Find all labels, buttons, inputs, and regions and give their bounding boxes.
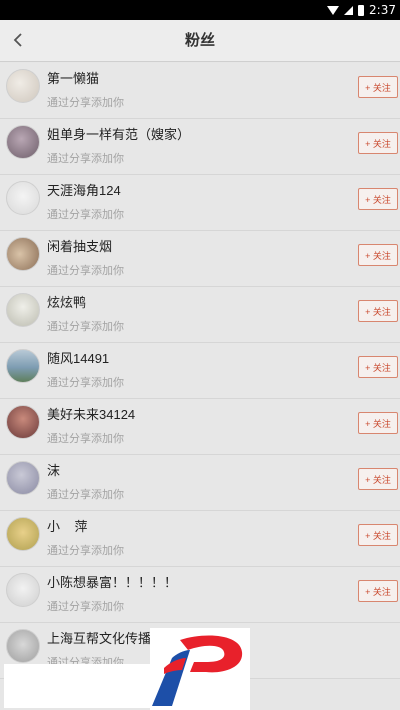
follower-name: 沫 xyxy=(47,463,61,478)
list-item[interactable]: 沫 通过分享添加你 + 关注 xyxy=(0,455,400,511)
follow-button[interactable]: + 关注 xyxy=(358,300,398,322)
follower-name: 姐单身一样有范（嫂家） xyxy=(47,127,191,142)
follower-name: 天涯海角124 xyxy=(47,183,121,198)
status-time: 2:37 xyxy=(369,3,396,17)
avatar[interactable] xyxy=(6,461,40,495)
avatar[interactable] xyxy=(6,573,40,607)
avatar[interactable] xyxy=(6,517,40,551)
follow-button[interactable]: + 关注 xyxy=(358,412,398,434)
follower-name: 炫炫鸭 xyxy=(47,295,87,310)
avatar[interactable] xyxy=(6,405,40,439)
brand-logo xyxy=(150,628,250,710)
list-item[interactable]: 天涯海角124 通过分享添加你 + 关注 xyxy=(0,175,400,231)
avatar[interactable] xyxy=(6,629,40,663)
follower-name: 随风14491 xyxy=(47,351,110,366)
page-title: 粉丝 xyxy=(184,32,215,49)
follower-source: 通过分享添加你 xyxy=(47,377,124,389)
list-item[interactable]: 姐单身一样有范（嫂家） 通过分享添加你 + 关注 xyxy=(0,119,400,175)
status-bar: 2:37 xyxy=(0,0,400,20)
follower-name: 第一懒猫 xyxy=(47,71,100,86)
list-item[interactable]: 小陈想暴富！！！！！ 通过分享添加你 + 关注 xyxy=(0,567,400,623)
follow-button[interactable]: + 关注 xyxy=(358,188,398,210)
follower-name: 小 萍 xyxy=(47,519,88,534)
follower-source: 通过分享添加你 xyxy=(47,209,124,221)
follower-source: 通过分享添加你 xyxy=(47,321,124,333)
header-bar: 粉丝 xyxy=(0,20,400,62)
signal-icon xyxy=(344,5,354,15)
follower-source: 通过分享添加你 xyxy=(47,433,124,445)
list-item[interactable]: 第一懒猫 通过分享添加你 + 关注 xyxy=(0,63,400,119)
list-item[interactable]: 炫炫鸭 通过分享添加你 + 关注 xyxy=(0,287,400,343)
follower-source: 通过分享添加你 xyxy=(47,601,124,613)
list-item[interactable]: 美好未来34124 通过分享添加你 + 关注 xyxy=(0,399,400,455)
logo-p-icon xyxy=(152,635,243,706)
avatar[interactable] xyxy=(6,125,40,159)
follow-button[interactable]: + 关注 xyxy=(358,580,398,602)
follower-source: 通过分享添加你 xyxy=(47,489,124,501)
avatar[interactable] xyxy=(6,181,40,215)
wifi-icon xyxy=(327,5,340,15)
follow-button[interactable]: + 关注 xyxy=(358,76,398,98)
follower-source: 通过分享添加你 xyxy=(47,265,124,277)
white-overlay xyxy=(4,664,150,708)
follow-button[interactable]: + 关注 xyxy=(358,132,398,154)
follower-source: 通过分享添加你 xyxy=(47,97,124,109)
follow-button[interactable]: + 关注 xyxy=(358,244,398,266)
follower-name: 闲着抽支烟 xyxy=(47,239,113,254)
follower-name: 上海互帮文化传播有 xyxy=(47,631,165,646)
avatar[interactable] xyxy=(6,237,40,271)
follow-button[interactable]: + 关注 xyxy=(358,524,398,546)
follower-source: 通过分享添加你 xyxy=(47,153,124,165)
list-item[interactable]: 小 萍 通过分享添加你 + 关注 xyxy=(0,511,400,567)
status-icons: 2:37 xyxy=(327,0,400,20)
list-item[interactable]: 闲着抽支烟 通过分享添加你 + 关注 xyxy=(0,231,400,287)
list-item[interactable]: 随风14491 通过分享添加你 + 关注 xyxy=(0,343,400,399)
follow-button[interactable]: + 关注 xyxy=(358,356,398,378)
avatar[interactable] xyxy=(6,69,40,103)
battery-icon xyxy=(358,4,365,16)
avatar[interactable] xyxy=(6,293,40,327)
follower-source: 通过分享添加你 xyxy=(47,545,124,557)
follower-name: 小陈想暴富！！！！！ xyxy=(47,575,178,590)
avatar[interactable] xyxy=(6,349,40,383)
follower-name: 美好未来34124 xyxy=(47,407,136,422)
follow-button[interactable]: + 关注 xyxy=(358,468,398,490)
follower-list[interactable]: 第一懒猫 通过分享添加你 + 关注 姐单身一样有范（嫂家） 通过分享添加你 + … xyxy=(0,63,400,679)
